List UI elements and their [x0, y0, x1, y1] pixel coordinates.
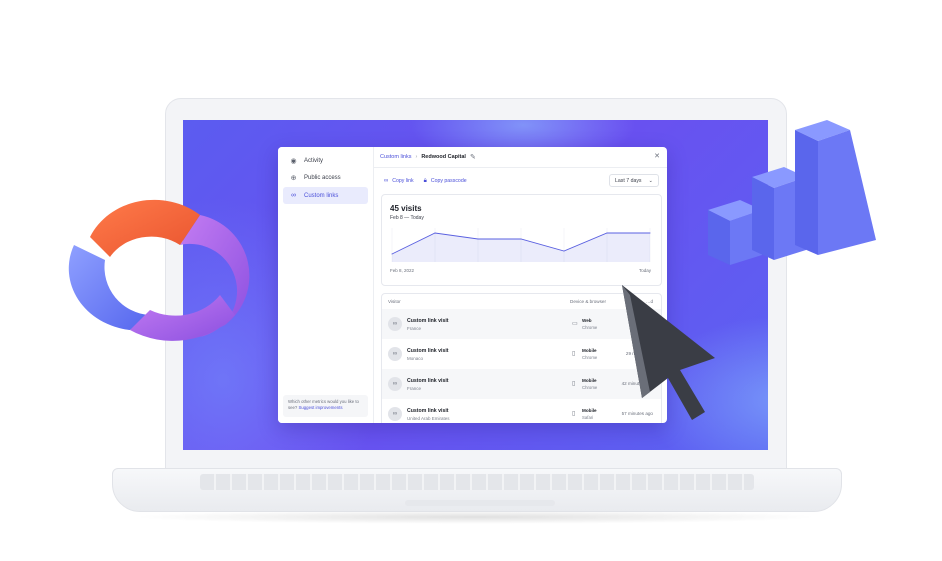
row-title: Custom link visit — [407, 318, 449, 324]
phone-icon: ▯ — [572, 351, 576, 357]
chevron-down-icon: ⌄ — [648, 177, 653, 184]
row-browser: Chrome — [582, 385, 598, 390]
chart-point — [606, 232, 608, 234]
row-location: United Arab Emirates — [407, 416, 450, 421]
pencil-icon[interactable]: ✎ — [470, 153, 476, 161]
visits-chart-card: 45 visits Feb 8 — Today Feb 8, 2022 Toda… — [381, 194, 662, 286]
link-icon: ∞ — [388, 347, 402, 361]
link-icon: ∞ — [388, 377, 402, 391]
row-location: France — [407, 386, 422, 391]
trackpad — [405, 500, 555, 506]
sidebar-item-public-access[interactable]: ⊕ Public access — [283, 169, 368, 186]
chart-point — [391, 253, 393, 255]
link-icon: ∞ — [291, 192, 296, 199]
visits-area-chart — [391, 228, 651, 262]
row-title: Custom link visit — [407, 378, 449, 384]
monitor-icon: ▭ — [572, 321, 578, 327]
sidebar-item-label: Activity — [304, 157, 324, 164]
row-browser: Chrome — [582, 325, 598, 330]
laptop-shadow — [130, 510, 820, 524]
phone-icon: ▯ — [572, 381, 576, 387]
row-device: Mobile — [582, 408, 597, 413]
copy-link-button[interactable]: ∞ Copy link — [384, 178, 414, 184]
link-icon: ∞ — [388, 407, 402, 421]
chart-point — [520, 238, 522, 240]
x-axis-start-label: Feb 8, 2022 — [390, 268, 415, 273]
chart-point — [649, 232, 651, 234]
page-title: Redwood Capital — [421, 154, 466, 160]
breadcrumb-custom-links[interactable]: Custom links — [380, 154, 411, 160]
chart-point — [477, 238, 479, 240]
column-device: Device & browser — [570, 299, 606, 304]
row-device: Web — [582, 318, 592, 323]
row-location: France — [407, 326, 422, 331]
sidebar-item-label: Custom links — [304, 192, 339, 199]
row-title: Custom link visit — [407, 348, 449, 354]
copy-passcode-label: Copy passcode — [430, 178, 467, 184]
eye-icon: ◉ — [290, 157, 297, 165]
copy-passcode-button[interactable]: 🔒︎ Copy passcode — [424, 178, 467, 185]
row-location: Monaco — [407, 356, 424, 361]
suggest-improvements-link[interactable]: Suggest improvements — [299, 405, 343, 410]
globe-icon: ⊕ — [290, 174, 297, 182]
row-browser: Chrome — [582, 355, 598, 360]
column-visitor: Visitor — [388, 299, 401, 304]
bar-chart-illustration — [708, 120, 876, 265]
phone-icon: ▯ — [572, 411, 576, 417]
link-icon: ∞ — [388, 317, 402, 331]
row-browser: Safari — [582, 415, 594, 420]
sidebar-item-label: Public access — [304, 174, 341, 181]
x-axis-end-label: Today — [638, 268, 651, 273]
sidebar-item-activity[interactable]: ◉ Activity — [283, 152, 368, 169]
date-range-select[interactable]: Last 7 days ⌄ — [609, 174, 659, 187]
link-icon: ∞ — [384, 178, 389, 184]
row-device: Mobile — [582, 378, 597, 383]
sidebar: ◉ Activity ⊕ Public access ∞ Custom link… — [278, 147, 374, 423]
breadcrumb: Custom links › Redwood Capital ✎ ✕ — [374, 147, 667, 168]
close-icon[interactable]: ✕ — [654, 152, 660, 160]
cursor-illustration — [622, 285, 715, 420]
ring-illustration — [68, 199, 250, 341]
chart-point — [434, 232, 436, 234]
date-range-value: Last 7 days — [615, 177, 642, 184]
feedback-box: Which other metrics would you like to se… — [283, 395, 368, 417]
chart-point — [563, 250, 565, 252]
analytics-panel: ◉ Activity ⊕ Public access ∞ Custom link… — [278, 147, 667, 423]
visits-count: 45 visits — [390, 204, 422, 213]
keyboard — [200, 474, 754, 490]
lock-icon: 🔒︎ — [423, 177, 427, 184]
row-title: Custom link visit — [407, 408, 449, 414]
chevron-right-icon: › — [415, 154, 418, 160]
copy-link-label: Copy link — [392, 178, 414, 184]
sidebar-item-custom-links[interactable]: ∞ Custom links — [283, 187, 368, 204]
visits-date-range: Feb 8 — Today — [390, 215, 424, 221]
row-device: Mobile — [582, 348, 597, 353]
